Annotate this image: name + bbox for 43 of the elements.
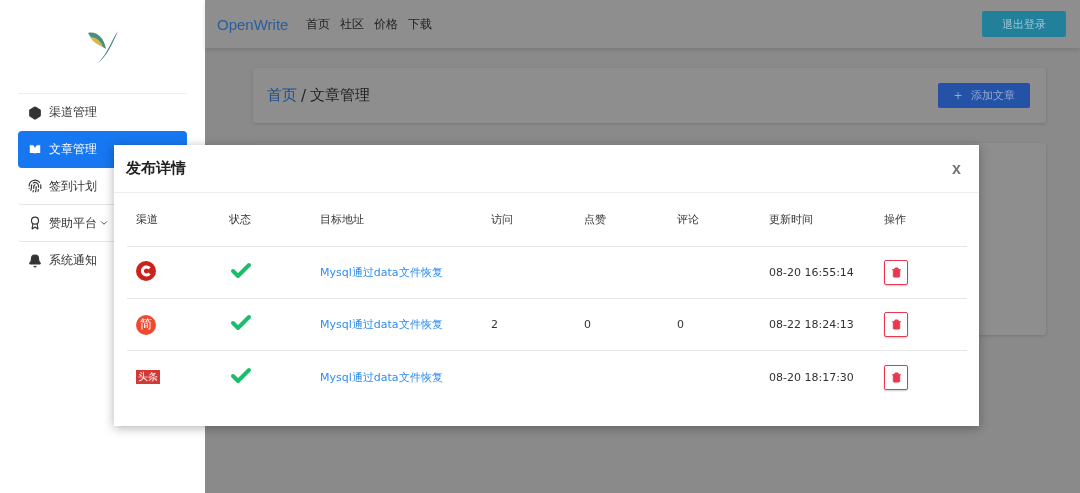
book-icon: [28, 142, 42, 157]
article-link[interactable]: Mysql通过data文件恢复: [320, 318, 443, 331]
caret-icon: [99, 218, 109, 228]
column-header: 状态: [229, 212, 252, 227]
column-header: 目标地址: [320, 212, 365, 227]
bell-icon: [28, 253, 42, 268]
c-logo-icon: [136, 261, 156, 281]
nav-link[interactable]: 社区: [340, 15, 365, 33]
sidebar-item[interactable]: 渠道管理: [18, 94, 187, 131]
article-link[interactable]: Mysql通过data文件恢复: [320, 370, 443, 384]
delete-button[interactable]: [884, 364, 908, 390]
table-cell: 2: [491, 318, 498, 331]
logout-button[interactable]: 退出登录: [982, 11, 1066, 37]
sidebar-item[interactable]: 系统通知: [18, 242, 187, 279]
close-button[interactable]: x: [946, 158, 967, 179]
column-header: 评论: [677, 212, 700, 227]
nav-link[interactable]: 首页: [306, 15, 331, 33]
trash-icon: [890, 371, 902, 383]
trash-icon: [890, 267, 902, 278]
trash-icon: [890, 319, 902, 330]
table-cell: 08-20 16:55:14: [769, 266, 854, 279]
delete-button[interactable]: [884, 312, 908, 337]
column-header: 渠道: [136, 212, 159, 227]
delete-button[interactable]: [884, 260, 908, 285]
breadcrumb-current: 文章管理: [310, 86, 371, 105]
fingerprint-icon: [28, 179, 42, 193]
breadcrumb-separator: /: [301, 86, 307, 105]
channel-logo: 简: [136, 314, 156, 335]
nav-link[interactable]: 下载: [408, 15, 433, 33]
award-icon: [28, 216, 42, 230]
article-link[interactable]: Mysql通过data文件恢复: [320, 266, 443, 279]
add-article-button[interactable]: + 添加文章: [938, 83, 1030, 108]
column-header: 点赞: [584, 212, 607, 227]
column-header: 操作: [884, 212, 907, 227]
column-header: 更新时间: [769, 212, 814, 227]
column-header: 访问: [491, 212, 514, 227]
channel-logo: 头条: [136, 370, 160, 384]
breadcrumb-link[interactable]: 首页: [267, 86, 297, 105]
table-cell: 0: [584, 318, 591, 331]
table-cell: 0: [677, 318, 684, 331]
nav-link[interactable]: 价格: [374, 15, 399, 33]
table-cell: 08-22 18:24:13: [769, 318, 854, 331]
table-cell: 08-20 18:17:30: [769, 370, 854, 384]
